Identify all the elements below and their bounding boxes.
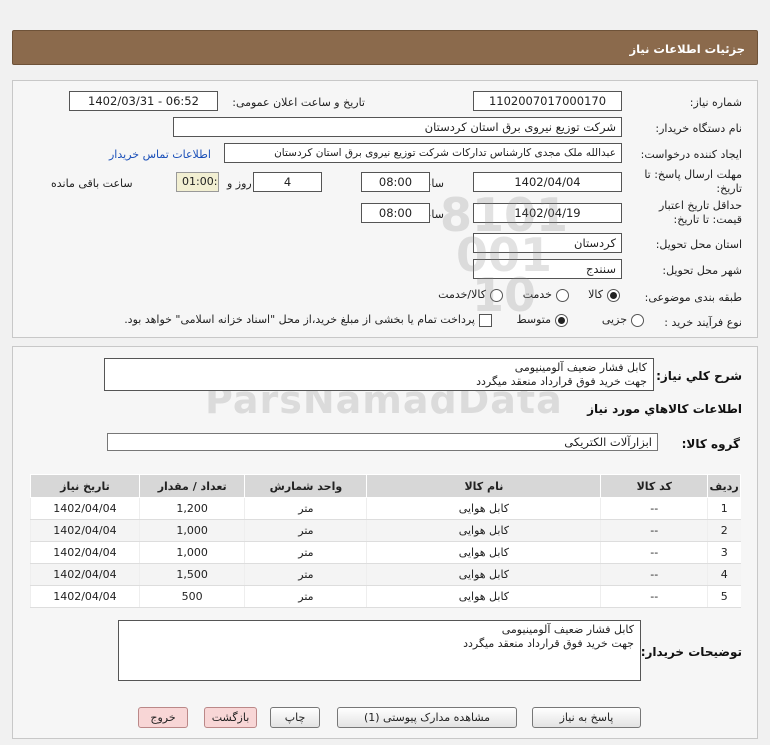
table-row: 1 -- کابل هوایی متر 1,200 1402/04/04: [30, 497, 741, 520]
requester-field: عبدالله ملک مجدی کارشناس تدارکات شرکت تو…: [224, 143, 622, 163]
table-row: 2 -- کابل هوایی متر 1,000 1402/04/04: [30, 519, 741, 542]
cell-code: --: [600, 585, 708, 608]
cell-unit: متر: [244, 563, 367, 586]
radio-icon: [631, 313, 644, 327]
goods-group-label: گروه کالا:: [681, 437, 740, 451]
cell-code: --: [600, 497, 708, 520]
cell-quantity: 1,500: [138, 563, 245, 586]
buyer-org-label: نام دستگاه خریدار:: [655, 122, 742, 135]
col-header-quantity: تعداد / مقدار: [138, 474, 246, 498]
table-row: 5 -- کابل هوایی متر 500 1402/04/04: [30, 585, 741, 608]
cell-row-number: 5: [707, 585, 741, 608]
remaining-label: ساعت باقی مانده: [51, 177, 133, 190]
cell-unit: متر: [244, 541, 367, 564]
category-goods-option[interactable]: کالا: [588, 288, 620, 302]
summary-label: شرح کلي نياز:: [656, 369, 742, 383]
process-label: نوع فرآیند خرید :: [664, 316, 742, 329]
radio-icon: [556, 288, 569, 302]
days-field: 4: [253, 172, 322, 192]
deadline-date-field: 1402/04/04: [473, 172, 622, 192]
cell-quantity: 1,000: [138, 519, 245, 542]
cell-code: --: [600, 563, 708, 586]
cell-name: کابل هوایی: [366, 585, 601, 608]
cell-need-date: 1402/04/04: [30, 497, 140, 520]
category-label: طبقه بندی موضوعی:: [644, 291, 742, 304]
summary-line-1: کابل فشار ضعیف آلومینیومی: [514, 361, 647, 374]
col-header-code: کد کالا: [600, 474, 709, 498]
col-header-row-number: ردیف: [707, 474, 741, 498]
validity-time-field: 08:00: [361, 203, 430, 223]
radio-checked-icon: [607, 288, 620, 302]
cell-code: --: [600, 541, 708, 564]
cell-name: کابل هوایی: [366, 541, 601, 564]
cell-quantity: 500: [138, 585, 245, 608]
summary-line-2: جهت خرید فوق قرارداد منعقد میگردد: [476, 375, 647, 388]
province-label: استان محل تحویل:: [655, 238, 742, 251]
exit-button[interactable]: خروج: [138, 707, 188, 728]
cell-name: کابل هوایی: [366, 563, 601, 586]
cell-unit: متر: [244, 519, 367, 542]
days-label: روز و: [227, 177, 252, 190]
announce-field: 1402/03/31 - 06:52: [69, 91, 218, 111]
print-button[interactable]: چاپ: [270, 707, 320, 728]
buyer-notes-label: توضیحات خریدار:: [640, 645, 742, 659]
city-field: سنندج: [473, 259, 622, 279]
cell-unit: متر: [244, 585, 367, 608]
process-minor-option[interactable]: جزیی: [602, 313, 644, 327]
buyer-notes-box: کابل فشار ضعیف آلومینیومی جهت خرید فوق ق…: [118, 620, 641, 681]
summary-box: کابل فشار ضعیف آلومینیومی جهت خرید فوق ق…: [104, 358, 654, 391]
deadline-label: مهلت ارسال پاسخ: تا تاریخ:: [644, 168, 742, 195]
city-label: شهر محل تحویل:: [662, 264, 742, 277]
table-row: 3 -- کابل هوایی متر 1,000 1402/04/04: [30, 541, 741, 564]
col-header-unit: واحد شمارش: [244, 474, 368, 498]
cell-name: کابل هوایی: [366, 519, 601, 542]
page-header: جزئیات اطلاعات نیاز: [12, 30, 758, 65]
cell-row-number: 3: [707, 541, 741, 564]
buyer-notes-line-1: کابل فشار ضعیف آلومینیومی: [501, 623, 634, 636]
category-goods-service-option[interactable]: کالا/خدمت: [438, 288, 503, 302]
cell-quantity: 1,000: [138, 541, 245, 564]
goods-section-title: اطلاعات کالاهاي مورد نياز: [587, 402, 742, 416]
announce-label: تاریخ و ساعت اعلان عمومی:: [232, 96, 365, 109]
cell-need-date: 1402/04/04: [30, 541, 140, 564]
table-row: 4 -- کابل هوایی متر 1,500 1402/04/04: [30, 563, 741, 586]
contact-buyer-link[interactable]: اطلاعات تماس خریدار: [109, 148, 211, 161]
table-header-row: ردیف کد کالا نام کالا واحد شمارش تعداد /…: [30, 474, 741, 498]
cell-unit: متر: [244, 497, 367, 520]
treasury-payment-option[interactable]: پرداخت تمام یا بخشی از مبلغ خرید،از محل …: [124, 313, 492, 327]
radio-checked-icon: [555, 313, 568, 327]
page-title: جزئیات اطلاعات نیاز: [629, 42, 745, 56]
cell-name: کابل هوایی: [366, 497, 601, 520]
validity-date-field: 1402/04/19: [473, 203, 622, 223]
cell-code: --: [600, 519, 708, 542]
remaining-time-field: 01:00:34: [176, 172, 219, 192]
col-header-need-date: تاریخ نیاز: [30, 474, 140, 498]
process-medium-option[interactable]: متوسط: [516, 313, 568, 327]
col-header-name: نام کالا: [366, 474, 602, 498]
reply-button[interactable]: پاسخ به نیاز: [532, 707, 641, 728]
goods-table: ردیف کد کالا نام کالا واحد شمارش تعداد /…: [30, 474, 741, 608]
category-service-option[interactable]: خدمت: [523, 288, 569, 302]
need-number-label: شماره نیاز:: [689, 96, 742, 109]
province-field: کردستان: [473, 233, 622, 253]
need-number-field: 1102007017000170: [473, 91, 622, 111]
cell-row-number: 2: [707, 519, 741, 542]
cell-row-number: 4: [707, 563, 741, 586]
cell-need-date: 1402/04/04: [30, 519, 140, 542]
buyer-notes-line-2: جهت خرید فوق قرارداد منعقد میگردد: [463, 637, 634, 650]
cell-need-date: 1402/04/04: [30, 585, 140, 608]
goods-group-field: ابزارآلات الکتریکی: [107, 433, 658, 451]
validity-label: حداقل تاریخ اعتبار قیمت: تا تاریخ:: [658, 199, 742, 226]
radio-icon: [490, 288, 503, 302]
cell-need-date: 1402/04/04: [30, 563, 140, 586]
cell-quantity: 1,200: [138, 497, 245, 520]
deadline-time-field: 08:00: [361, 172, 430, 192]
view-attachments-button[interactable]: مشاهده مدارک پیوستی (1): [337, 707, 517, 728]
buyer-org-field: شرکت توزیع نیروی برق استان کردستان: [173, 117, 622, 137]
requester-label: ایجاد کننده درخواست:: [640, 148, 742, 161]
checkbox-icon: [479, 313, 492, 327]
cell-row-number: 1: [707, 497, 741, 520]
back-button[interactable]: بازگشت: [204, 707, 257, 728]
